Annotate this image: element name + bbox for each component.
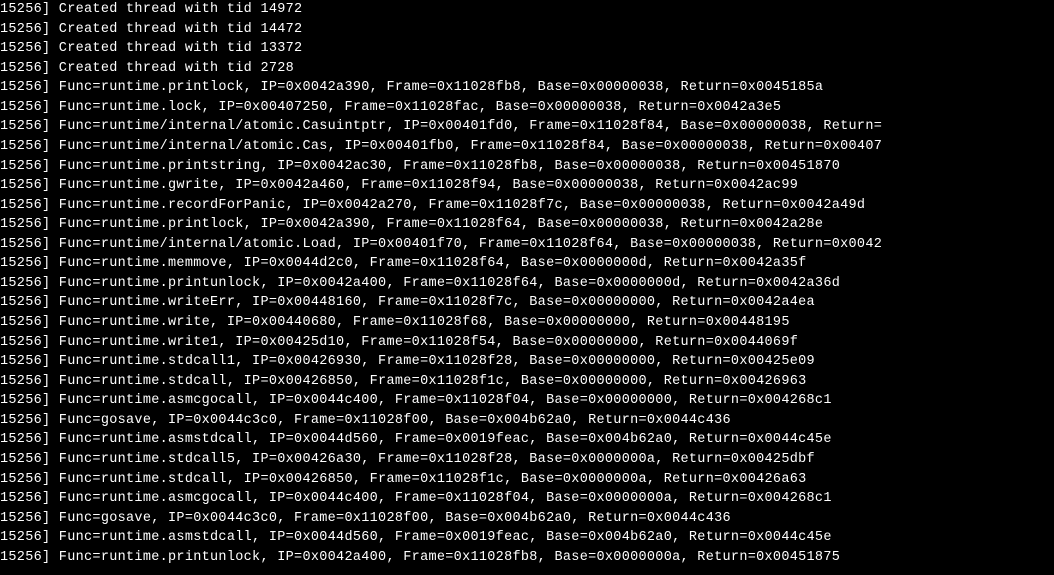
- log-line: 15256] Func=runtime.recordForPanic, IP=0…: [0, 196, 1054, 216]
- log-line: 15256] Func=runtime.printlock, IP=0x0042…: [0, 78, 1054, 98]
- log-line: 15256] Func=runtime.gwrite, IP=0x0042a46…: [0, 176, 1054, 196]
- log-line: 15256] Func=runtime.printlock, IP=0x0042…: [0, 215, 1054, 235]
- log-line: 15256] Func=runtime/internal/atomic.Load…: [0, 235, 1054, 255]
- log-line: 15256] Created thread with tid 14472: [0, 20, 1054, 40]
- log-line: 15256] Func=runtime/internal/atomic.Cas,…: [0, 137, 1054, 157]
- log-line: 15256] Func=runtime.asmstdcall, IP=0x004…: [0, 528, 1054, 548]
- log-line: 15256] Func=runtime.stdcall, IP=0x004268…: [0, 470, 1054, 490]
- log-line: 15256] Func=runtime.stdcall, IP=0x004268…: [0, 372, 1054, 392]
- log-line: 15256] Func=runtime.asmcgocall, IP=0x004…: [0, 391, 1054, 411]
- log-line: 15256] Func=gosave, IP=0x0044c3c0, Frame…: [0, 411, 1054, 431]
- log-line: 15256] Func=gosave, IP=0x0044c3c0, Frame…: [0, 509, 1054, 529]
- log-line: 15256] Created thread with tid 2728: [0, 59, 1054, 79]
- log-line: 15256] Func=runtime.printunlock, IP=0x00…: [0, 274, 1054, 294]
- log-line: 15256] Func=runtime.stdcall5, IP=0x00426…: [0, 450, 1054, 470]
- log-line: 15256] Created thread with tid 14972: [0, 0, 1054, 20]
- log-line: 15256] Func=runtime.memmove, IP=0x0044d2…: [0, 254, 1054, 274]
- log-line: 15256] Func=runtime.asmstdcall, IP=0x004…: [0, 430, 1054, 450]
- log-line: 15256] Func=runtime.lock, IP=0x00407250,…: [0, 98, 1054, 118]
- log-line: 15256] Created thread with tid 13372: [0, 39, 1054, 59]
- log-line: 15256] Func=runtime.write1, IP=0x00425d1…: [0, 333, 1054, 353]
- log-line: 15256] Func=runtime/internal/atomic.Casu…: [0, 117, 1054, 137]
- console-output: 15256] Created thread with tid 149721525…: [0, 0, 1054, 567]
- log-line: 15256] Func=runtime.write, IP=0x00440680…: [0, 313, 1054, 333]
- log-line: 15256] Func=runtime.stdcall1, IP=0x00426…: [0, 352, 1054, 372]
- log-line: 15256] Func=runtime.printunlock, IP=0x00…: [0, 548, 1054, 568]
- log-line: 15256] Func=runtime.printstring, IP=0x00…: [0, 157, 1054, 177]
- log-line: 15256] Func=runtime.writeErr, IP=0x00448…: [0, 293, 1054, 313]
- log-line: 15256] Func=runtime.asmcgocall, IP=0x004…: [0, 489, 1054, 509]
